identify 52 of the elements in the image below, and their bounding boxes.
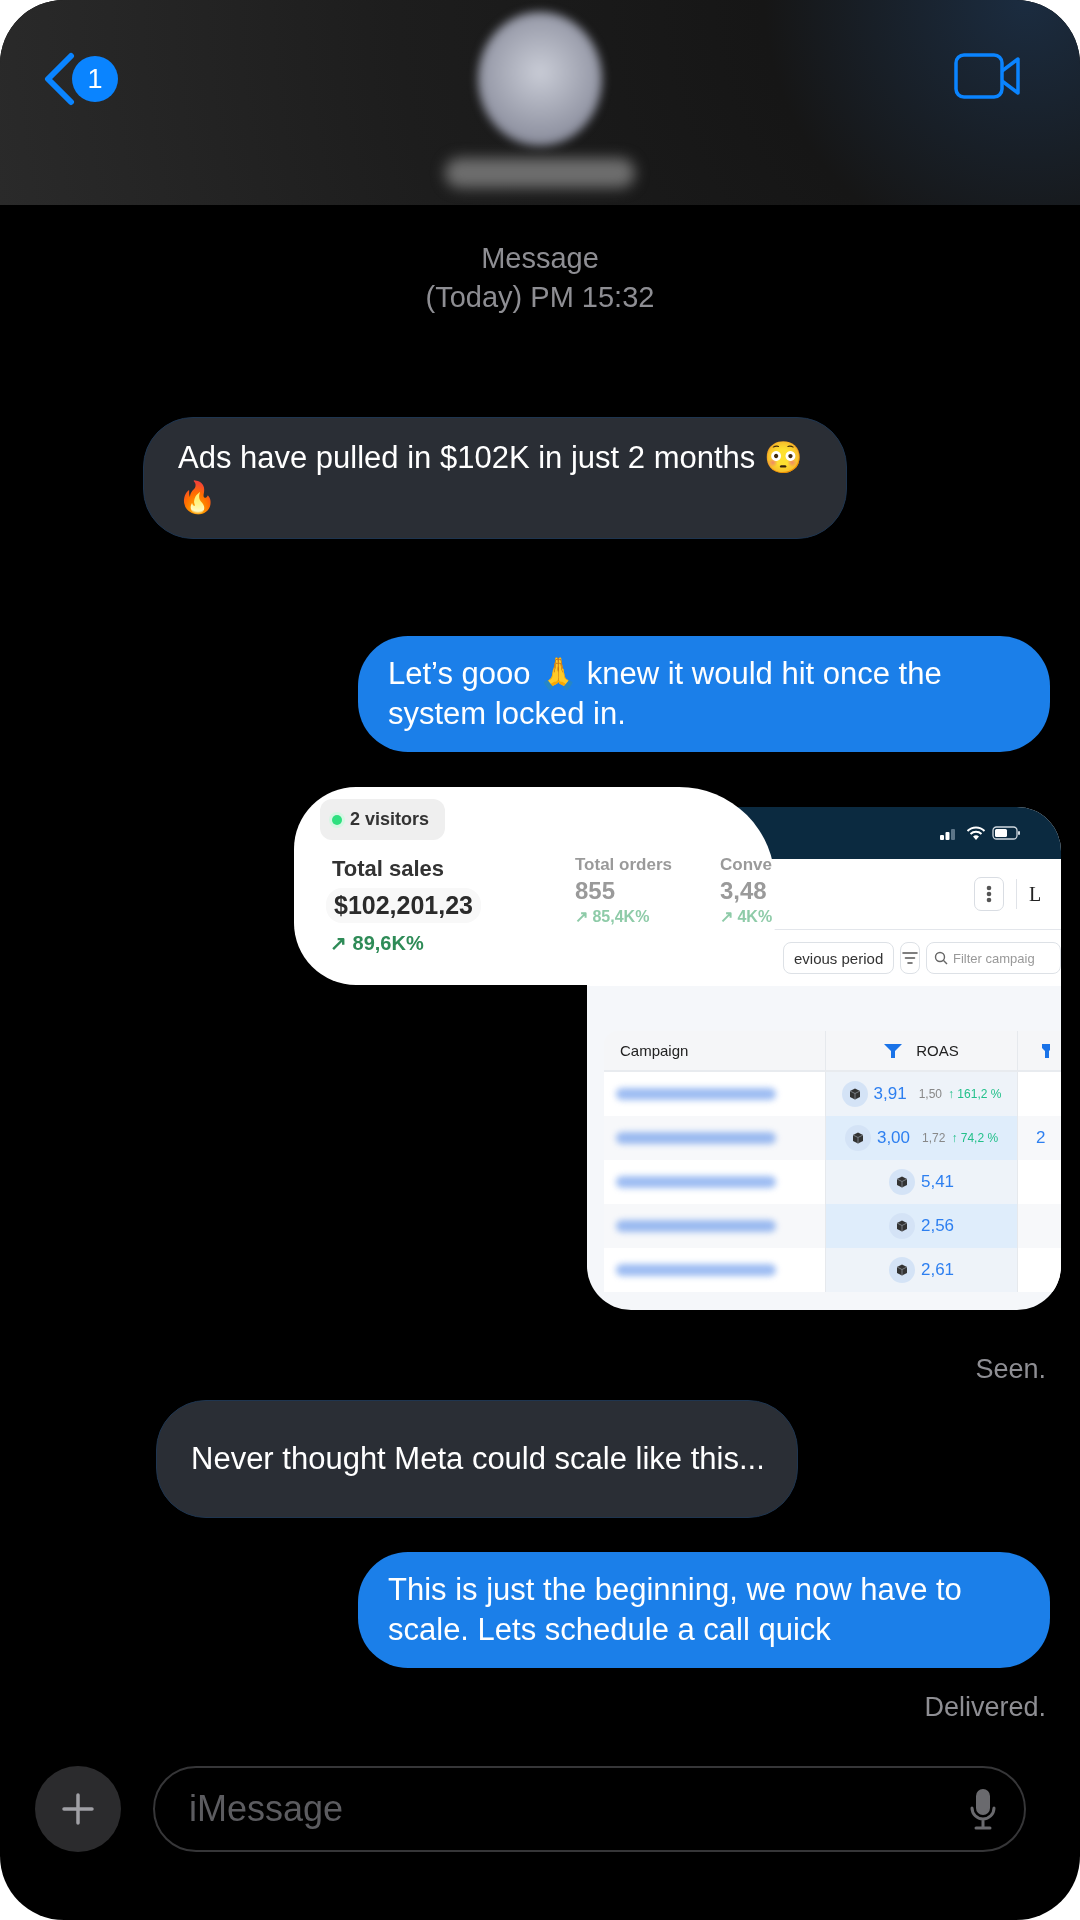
avatar[interactable] xyxy=(478,12,602,146)
video-call-icon[interactable] xyxy=(954,53,1022,99)
column-header: ROAS xyxy=(916,1042,959,1059)
battery-icon xyxy=(992,826,1021,840)
metric-value: 3,48 xyxy=(720,877,768,905)
message-bubble: Ads have pulled in $102K in just 2 months 😳🔥 xyxy=(143,417,847,539)
roas-value: 2,61 xyxy=(920,1260,955,1280)
previous-value: 1,72 xyxy=(922,1131,946,1145)
wifi-icon xyxy=(966,825,986,841)
dots-icon xyxy=(985,885,992,903)
metric-change: ↗ 85,4K% xyxy=(575,907,651,926)
filter-icon xyxy=(902,952,919,964)
conversation-label: Message xyxy=(481,241,599,276)
cube-icon xyxy=(844,1125,871,1151)
previous-value: 1,50 xyxy=(918,1087,943,1101)
funnel-icon xyxy=(884,1043,903,1058)
timestamp: (Today) PM 15:32 xyxy=(425,280,655,315)
online-dot-icon xyxy=(332,814,342,825)
microphone-icon[interactable] xyxy=(970,1788,996,1830)
roas-value: 3,91 xyxy=(873,1084,907,1104)
message-bubble: This is just the beginning, we now have to scale. Lets schedule a call quick xyxy=(358,1552,1050,1668)
filter-button[interactable] xyxy=(900,942,920,974)
message-bubble: Never thought Meta could scale like this... xyxy=(156,1400,798,1518)
cube-icon xyxy=(888,1169,915,1195)
metric-change: ↗ 89,6K% xyxy=(330,931,425,955)
metric-label: Total orders xyxy=(575,855,673,875)
message-status: Seen. xyxy=(975,1353,1046,1386)
message-input[interactable]: iMessage xyxy=(153,1766,1026,1852)
change-value: ↑ 74,2 % xyxy=(951,1131,999,1145)
cube-icon xyxy=(841,1081,868,1107)
back-icon[interactable] xyxy=(42,52,76,106)
plus-icon xyxy=(61,1792,95,1826)
message-status: Delivered. xyxy=(924,1691,1046,1724)
cube-icon xyxy=(888,1257,915,1283)
change-value: ↑ 161,2 % xyxy=(948,1087,1002,1101)
search-field[interactable]: Filter campaig xyxy=(926,942,1061,974)
funnel-icon xyxy=(1042,1043,1050,1058)
more-button[interactable] xyxy=(973,877,1004,911)
metric-change: ↗ 4K% xyxy=(720,907,773,926)
roas-value: 3,00 xyxy=(876,1128,910,1148)
metric-value: $102,201,23 xyxy=(326,888,482,923)
cube-icon xyxy=(888,1213,915,1239)
account-initial: L xyxy=(1029,882,1043,906)
roas-value: 5,41 xyxy=(920,1172,955,1192)
metric-label: Conve xyxy=(720,855,773,875)
roas-value: 2,56 xyxy=(920,1216,955,1236)
message-bubble: Let’s gooo 🙏 knew it would hit once the system locked in. xyxy=(358,636,1050,752)
metric-label: Total sales xyxy=(332,856,446,882)
visitors-count: 2 visitors xyxy=(350,809,430,830)
unread-badge: 1 xyxy=(72,56,118,102)
period-button[interactable]: evious period xyxy=(783,942,895,974)
metric-value: 855 xyxy=(575,877,617,905)
